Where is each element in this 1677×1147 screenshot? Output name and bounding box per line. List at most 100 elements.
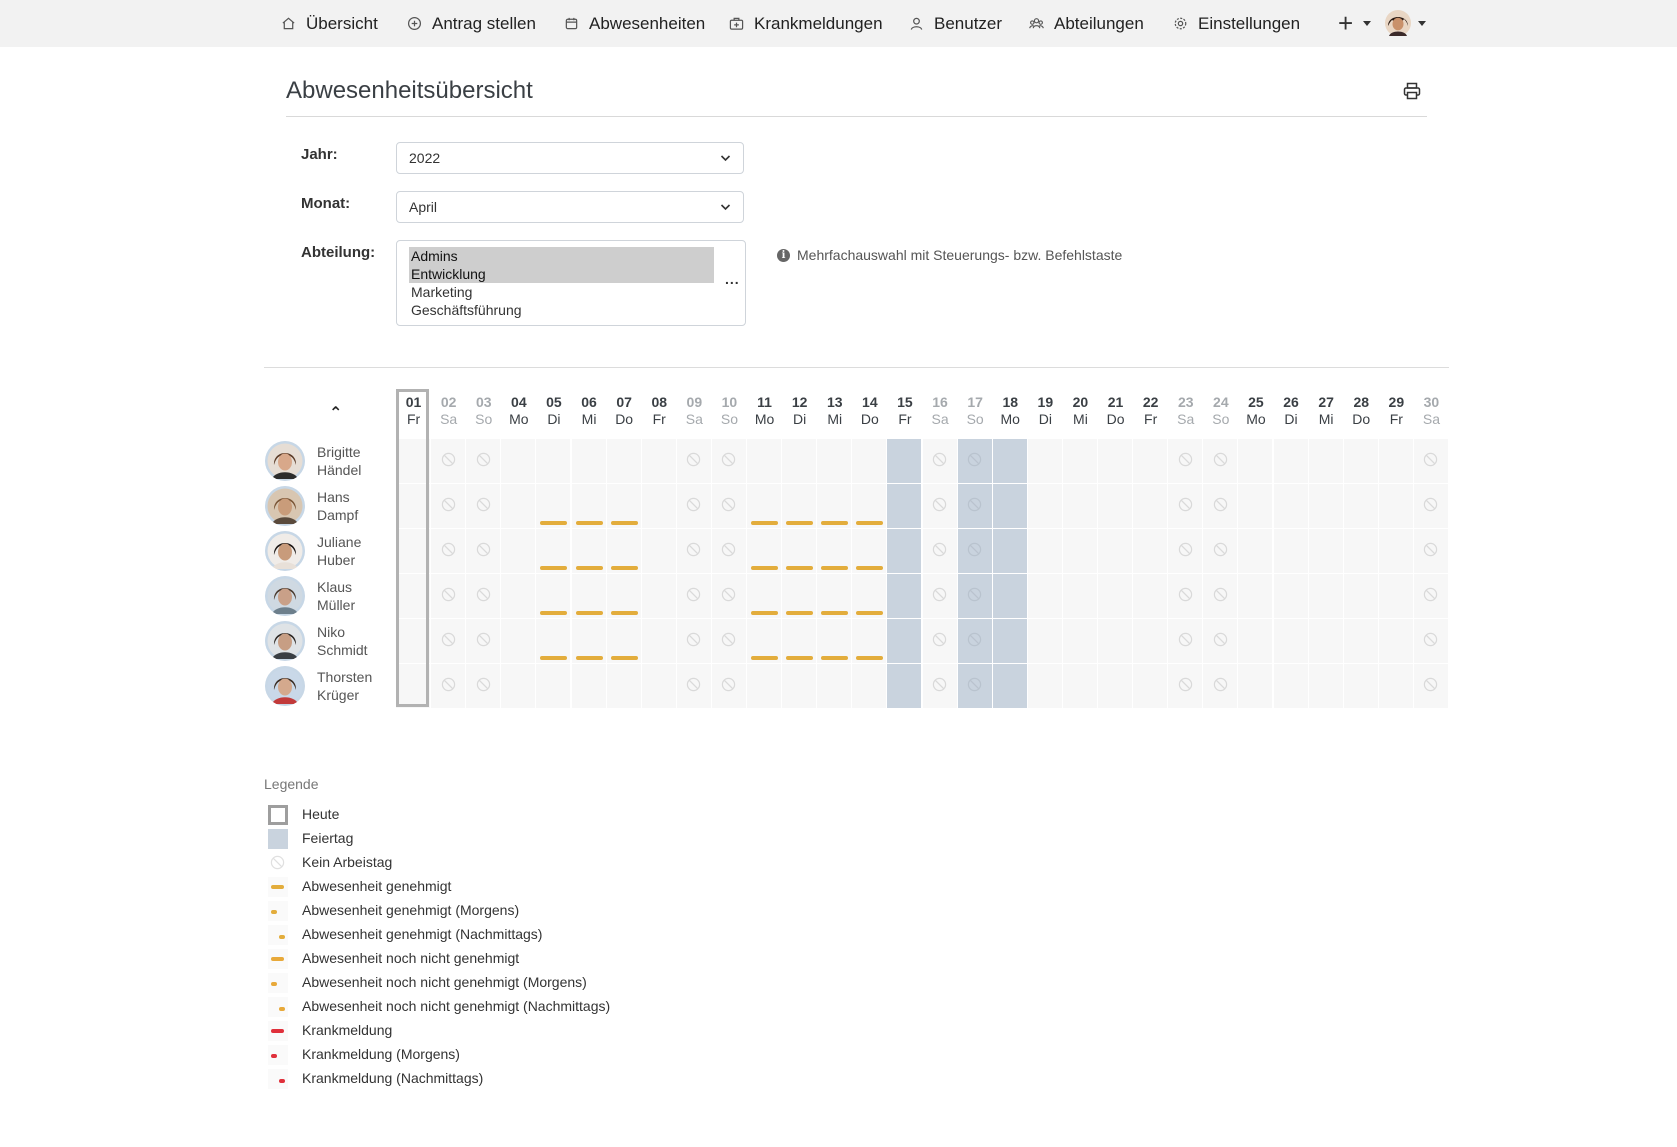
- calendar-cell[interactable]: [992, 619, 1028, 664]
- absence-approved-bar[interactable]: [786, 566, 814, 570]
- calendar-cell[interactable]: [747, 664, 783, 709]
- calendar-cell[interactable]: [1343, 574, 1379, 619]
- absence-approved-bar[interactable]: [821, 566, 849, 570]
- person-row[interactable]: Niko Schmidt: [265, 619, 390, 664]
- month-select[interactable]: April: [396, 191, 744, 223]
- calendar-cell[interactable]: [887, 664, 923, 709]
- calendar-cell[interactable]: [1027, 529, 1063, 574]
- calendar-cell[interactable]: [1378, 574, 1414, 619]
- calendar-cell[interactable]: [1273, 619, 1309, 664]
- calendar-cell[interactable]: [1027, 439, 1063, 484]
- calendar-cell[interactable]: [992, 484, 1028, 529]
- calendar-cell[interactable]: [992, 529, 1028, 574]
- calendar-cell[interactable]: [1098, 484, 1134, 529]
- nav-sick-notes[interactable]: Krankmeldungen: [729, 0, 883, 47]
- person-row[interactable]: Thorsten Krüger: [265, 664, 390, 709]
- person-name[interactable]: Juliane Huber: [317, 533, 361, 569]
- calendar-cell[interactable]: [1308, 439, 1344, 484]
- absence-approved-bar[interactable]: [856, 566, 884, 570]
- calendar-cell[interactable]: [1343, 439, 1379, 484]
- calendar-cell[interactable]: [536, 664, 572, 709]
- calendar-cell[interactable]: [1378, 484, 1414, 529]
- calendar-cell[interactable]: [1098, 574, 1134, 619]
- calendar-cell[interactable]: [1027, 574, 1063, 619]
- calendar-cell[interactable]: [1308, 529, 1344, 574]
- calendar-cell[interactable]: [1062, 529, 1098, 574]
- calendar-cell[interactable]: [992, 664, 1028, 709]
- calendar-cell[interactable]: [887, 439, 923, 484]
- calendar-cell[interactable]: [1308, 484, 1344, 529]
- absence-approved-bar[interactable]: [575, 611, 603, 615]
- calendar-cell[interactable]: [992, 574, 1028, 619]
- calendar-cell[interactable]: [1062, 484, 1098, 529]
- calendar-cell[interactable]: [606, 439, 642, 484]
- absence-approved-bar[interactable]: [821, 521, 849, 525]
- nav-departments[interactable]: Abteilungen: [1029, 0, 1144, 47]
- absence-approved-bar[interactable]: [856, 656, 884, 660]
- calendar-cell[interactable]: [1062, 574, 1098, 619]
- absence-approved-bar[interactable]: [751, 566, 779, 570]
- person-row[interactable]: Brigitte Händel: [265, 439, 390, 484]
- calendar-cell[interactable]: [1378, 439, 1414, 484]
- absence-approved-bar[interactable]: [786, 611, 814, 615]
- calendar-cell[interactable]: [536, 439, 572, 484]
- nav-overview[interactable]: Übersicht: [281, 0, 378, 47]
- calendar-cell[interactable]: [1378, 664, 1414, 709]
- calendar-cell[interactable]: [1273, 664, 1309, 709]
- department-option-marketing[interactable]: Marketing: [409, 283, 714, 301]
- calendar-cell[interactable]: [1027, 484, 1063, 529]
- calendar-cell[interactable]: [641, 574, 677, 619]
- absence-approved-bar[interactable]: [751, 611, 779, 615]
- absence-approved-bar[interactable]: [575, 521, 603, 525]
- person-name[interactable]: Hans Dampf: [317, 488, 358, 524]
- person-row[interactable]: Hans Dampf: [265, 484, 390, 529]
- absence-approved-bar[interactable]: [540, 611, 568, 615]
- calendar-cell[interactable]: [1273, 439, 1309, 484]
- calendar-cell[interactable]: [1238, 664, 1274, 709]
- calendar-cell[interactable]: [1238, 439, 1274, 484]
- calendar-cell[interactable]: [1062, 664, 1098, 709]
- calendar-cell[interactable]: [1343, 529, 1379, 574]
- more-options-icon[interactable]: ...: [725, 271, 740, 287]
- calendar-cell[interactable]: [571, 439, 607, 484]
- absence-approved-bar[interactable]: [540, 521, 568, 525]
- user-menu-button[interactable]: [1385, 10, 1429, 36]
- person-name[interactable]: Klaus Müller: [317, 578, 355, 614]
- department-option-geschaeftsfuehrung[interactable]: Geschäftsführung: [409, 301, 714, 319]
- calendar-cell[interactable]: [817, 439, 853, 484]
- calendar-cell[interactable]: [501, 529, 537, 574]
- calendar-cell[interactable]: [1027, 664, 1063, 709]
- calendar-cell[interactable]: [1378, 619, 1414, 664]
- person-name[interactable]: Thorsten Krüger: [317, 668, 372, 704]
- absence-approved-bar[interactable]: [610, 656, 638, 660]
- calendar-cell[interactable]: [1273, 529, 1309, 574]
- department-option-admins[interactable]: Admins: [409, 247, 714, 265]
- calendar-cell[interactable]: [782, 664, 818, 709]
- absence-approved-bar[interactable]: [856, 611, 884, 615]
- calendar-cell[interactable]: [887, 529, 923, 574]
- calendar-cell[interactable]: [1133, 574, 1169, 619]
- calendar-cell[interactable]: [1273, 574, 1309, 619]
- nav-absences[interactable]: Abwesenheiten: [564, 0, 705, 47]
- absence-approved-bar[interactable]: [540, 566, 568, 570]
- nav-settings[interactable]: Einstellungen: [1173, 0, 1300, 47]
- nav-request[interactable]: Antrag stellen: [407, 0, 536, 47]
- absence-approved-bar[interactable]: [821, 656, 849, 660]
- calendar-cell[interactable]: [852, 664, 888, 709]
- calendar-cell[interactable]: [501, 664, 537, 709]
- calendar-cell[interactable]: [1238, 619, 1274, 664]
- calendar-cell[interactable]: [641, 619, 677, 664]
- calendar-cell[interactable]: [1343, 484, 1379, 529]
- calendar-cell[interactable]: [1062, 619, 1098, 664]
- absence-approved-bar[interactable]: [610, 521, 638, 525]
- absence-approved-bar[interactable]: [786, 656, 814, 660]
- calendar-cell[interactable]: [501, 439, 537, 484]
- calendar-cell[interactable]: [501, 574, 537, 619]
- absence-approved-bar[interactable]: [610, 566, 638, 570]
- calendar-cell[interactable]: [1308, 619, 1344, 664]
- print-icon[interactable]: [1403, 82, 1421, 100]
- calendar-cell[interactable]: [1098, 664, 1134, 709]
- calendar-cell[interactable]: [1378, 529, 1414, 574]
- calendar-cell[interactable]: [1238, 574, 1274, 619]
- calendar-cell[interactable]: [1133, 664, 1169, 709]
